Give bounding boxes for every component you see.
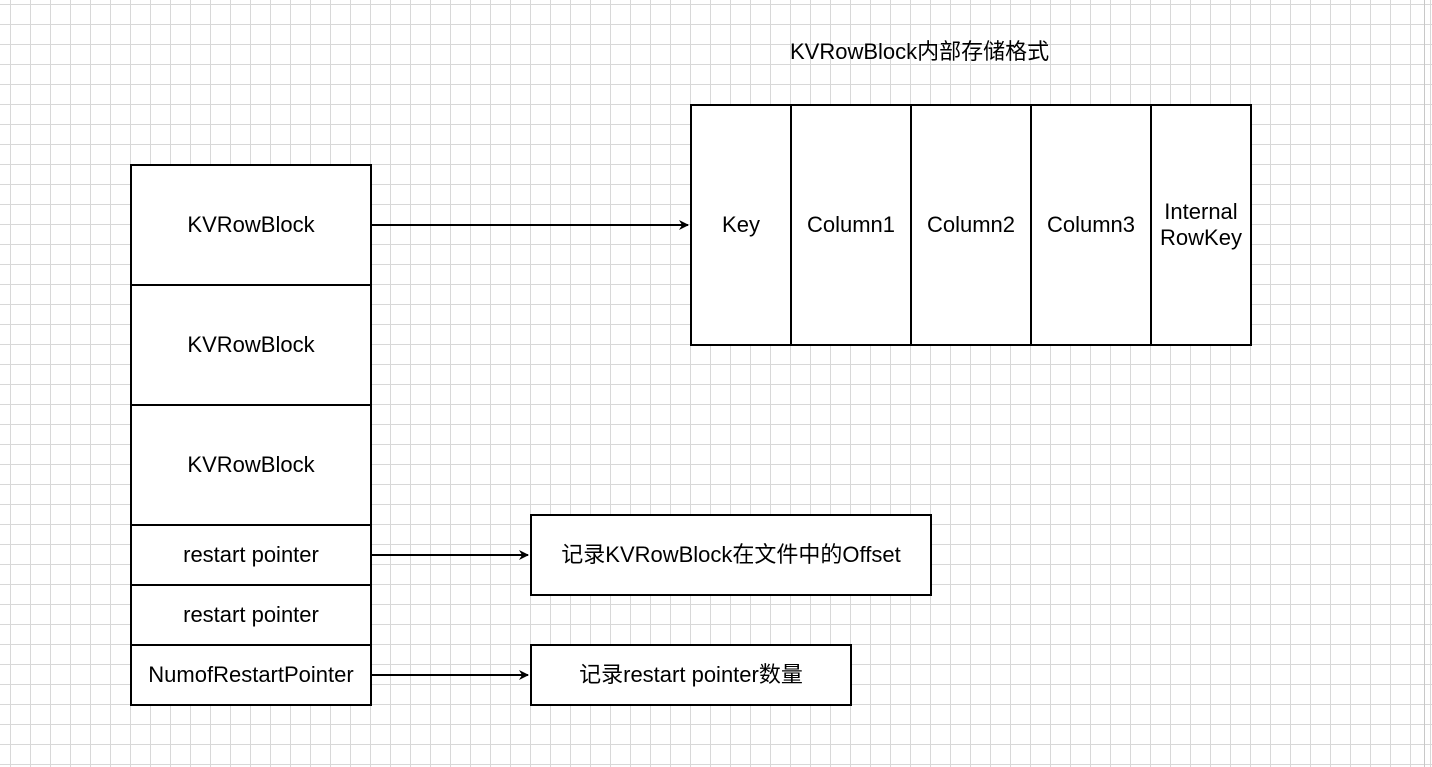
row-cell-key[interactable]: Key [690, 104, 792, 346]
stack-restart-pointer-1-label: restart pointer [183, 542, 319, 567]
row-cell-column1-label: Column1 [806, 212, 896, 237]
row-cell-column2-label: Column2 [926, 212, 1016, 237]
stack-restart-pointer-2-label: restart pointer [183, 602, 319, 627]
stack-kvrowblock-3[interactable]: KVRowBlock [130, 404, 372, 526]
stack-kvrowblock-2-label: KVRowBlock [187, 332, 315, 357]
offset-note-label: 记录KVRowBlock在文件中的Offset [561, 542, 901, 567]
row-cell-internal-rowkey[interactable]: Internal RowKey [1150, 104, 1252, 346]
stack-restart-pointer-2[interactable]: restart pointer [130, 584, 372, 646]
stack-kvrowblock-2[interactable]: KVRowBlock [130, 284, 372, 406]
stack-restart-pointer-1[interactable]: restart pointer [130, 524, 372, 586]
stack-num-restart-pointer-label: NumofRestartPointer [148, 662, 354, 687]
stack-kvrowblock-1-label: KVRowBlock [187, 212, 315, 237]
row-cell-column1[interactable]: Column1 [790, 104, 912, 346]
diagram-canvas: KVRowBlock内部存储格式 KVRowBlock KVRowBlock K… [0, 0, 1432, 767]
stack-num-restart-pointer[interactable]: NumofRestartPointer [130, 644, 372, 706]
row-cell-column3[interactable]: Column3 [1030, 104, 1152, 346]
row-cell-column3-label: Column3 [1046, 212, 1136, 237]
row-cell-internal-rowkey-line2: RowKey [1160, 225, 1242, 250]
canvas-edge-line [1424, 0, 1425, 767]
offset-note-box[interactable]: 记录KVRowBlock在文件中的Offset [530, 514, 932, 596]
diagram-title: KVRowBlock内部存储格式 [790, 39, 1050, 64]
stack-kvrowblock-1[interactable]: KVRowBlock [130, 164, 372, 286]
row-cell-key-label: Key [722, 212, 760, 237]
count-note-box[interactable]: 记录restart pointer数量 [530, 644, 852, 706]
count-note-label: 记录restart pointer数量 [579, 662, 803, 687]
row-cell-internal-rowkey-line1: Internal [1164, 199, 1238, 224]
row-cell-column2[interactable]: Column2 [910, 104, 1032, 346]
stack-kvrowblock-3-label: KVRowBlock [187, 452, 315, 477]
